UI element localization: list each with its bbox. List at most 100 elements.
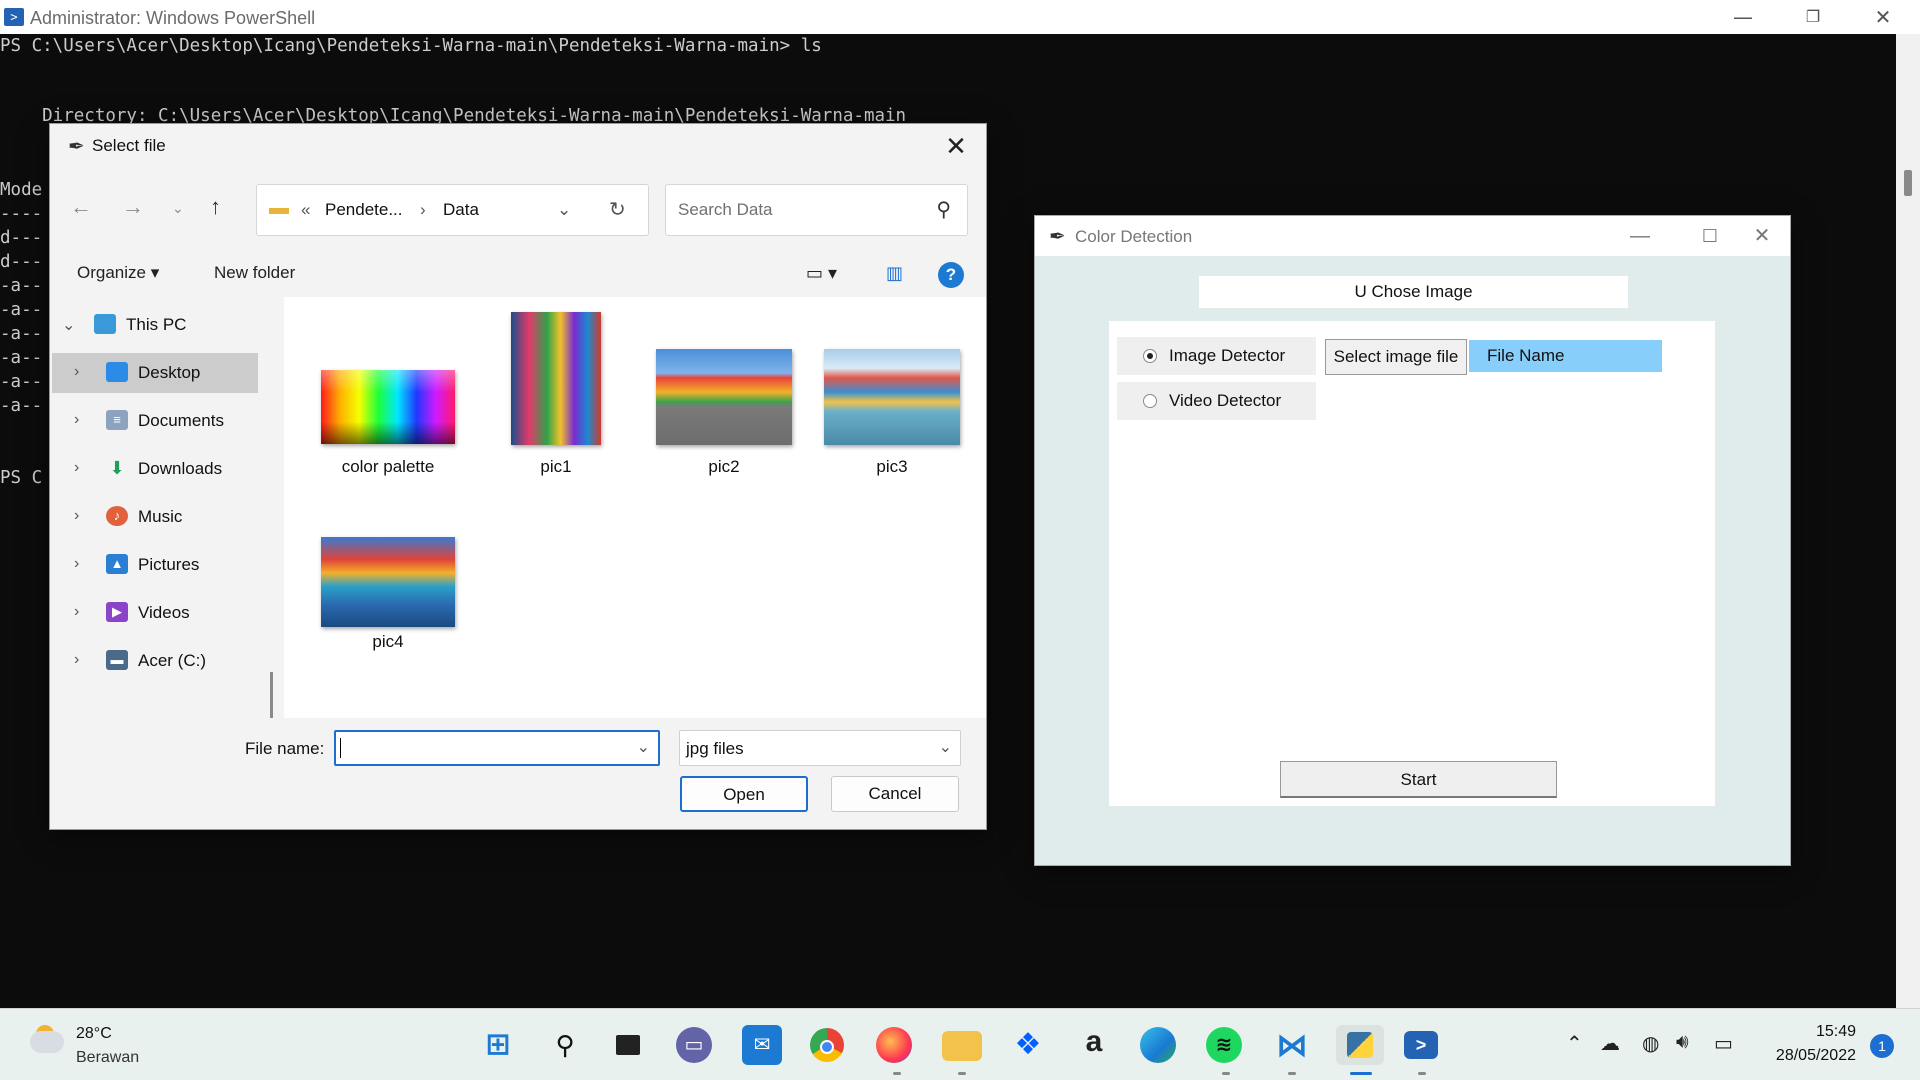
dialog-close-button[interactable]: ✕ — [936, 128, 976, 164]
main-panel: Image Detector Video Detector Select ima… — [1109, 321, 1715, 806]
nav-item-pictures[interactable]: › ▲ Pictures — [52, 545, 258, 585]
chevron-up-icon[interactable]: ⌃ — [1566, 1031, 1583, 1056]
mail-icon[interactable]: ✉ — [742, 1025, 782, 1065]
notification-badge[interactable]: 1 — [1870, 1034, 1894, 1058]
start-button[interactable]: Start — [1280, 761, 1557, 798]
teams-chat-icon[interactable]: ▭ — [676, 1027, 712, 1063]
heading-label: U Chose Image — [1199, 276, 1628, 308]
file-name-display: File Name — [1469, 340, 1662, 372]
chevron-down-icon[interactable]: ⌄ — [637, 737, 650, 757]
help-icon[interactable]: ? — [938, 262, 964, 288]
open-button[interactable]: Open — [680, 776, 808, 812]
dropbox-icon[interactable]: ❖ — [1008, 1025, 1048, 1065]
chevron-down-icon[interactable]: ⌄ — [62, 315, 75, 335]
file-type-value: jpg files — [686, 739, 744, 758]
thumbnail-pic3 — [824, 349, 960, 445]
nav-item-downloads[interactable]: › ⬇ Downloads — [52, 449, 258, 489]
file-explorer-icon[interactable] — [942, 1031, 982, 1061]
nav-label: Desktop — [138, 363, 201, 382]
radio-label: Image Detector — [1169, 346, 1286, 365]
powershell-icon[interactable]: > — [1404, 1031, 1438, 1059]
minimize-button[interactable]: — — [1713, 3, 1773, 31]
image-detector-radio[interactable]: Image Detector — [1117, 337, 1316, 375]
chevron-down-icon[interactable]: ⌄ — [939, 737, 952, 757]
console-line: PS C:\Users\Acer\Desktop\Icang\Pendeteks… — [0, 36, 822, 56]
running-indicator — [1288, 1072, 1296, 1075]
close-button[interactable]: ✕ — [1853, 3, 1913, 31]
chevron-right-icon[interactable]: › — [74, 459, 79, 477]
view-icon[interactable]: ▭ ▾ — [806, 263, 837, 284]
chevron-right-icon[interactable]: › — [74, 603, 79, 621]
search-input[interactable]: Search Data ⚲ — [665, 184, 968, 236]
nav-label: Videos — [138, 603, 190, 622]
select-image-file-button[interactable]: Select image file — [1325, 339, 1467, 375]
nav-scrollbar[interactable] — [270, 672, 273, 718]
console-line: d--- — [0, 228, 43, 248]
start-icon[interactable]: ⊞ — [478, 1025, 518, 1065]
amazon-icon[interactable]: a — [1074, 1025, 1114, 1065]
python-icon[interactable] — [1336, 1025, 1384, 1065]
refresh-icon[interactable]: ↻ — [609, 197, 626, 222]
chevron-right-icon[interactable]: › — [74, 411, 79, 429]
file-name: pic3 — [876, 457, 908, 476]
breadcrumb-item[interactable]: Pendete... — [325, 200, 403, 220]
console-line: d--- — [0, 252, 43, 272]
organize-button[interactable]: Organize ▾ — [77, 263, 159, 283]
search-icon[interactable]: ⚲ — [545, 1025, 585, 1065]
clock-time[interactable]: 15:49 — [1816, 1023, 1856, 1041]
file-list[interactable]: color palette pic1 pic2 pic3 pic4 — [284, 297, 986, 718]
vscode-icon[interactable]: ⋈ — [1272, 1025, 1312, 1065]
window-title: Color Detection — [1075, 227, 1193, 246]
chevron-right-icon[interactable]: › — [74, 507, 79, 525]
firefox-icon[interactable] — [876, 1027, 912, 1063]
onedrive-icon[interactable]: ☁ — [1600, 1031, 1620, 1056]
video-detector-radio[interactable]: Video Detector — [1117, 382, 1316, 420]
spotify-icon[interactable]: ≋ — [1206, 1027, 1242, 1063]
chevron-down-icon[interactable]: ⌄ — [557, 200, 571, 220]
breadcrumb-overflow[interactable]: « — [301, 200, 310, 220]
volume-icon[interactable]: 🔊︎ — [1676, 1031, 1689, 1054]
scrollbar-thumb[interactable] — [1904, 170, 1912, 196]
chevron-right-icon[interactable]: › — [74, 555, 79, 573]
forward-arrow-icon[interactable]: → — [122, 194, 144, 220]
restore-button[interactable]: ❐ — [1783, 3, 1843, 31]
console-scrollbar[interactable] — [1896, 34, 1920, 1008]
preview-pane-icon[interactable]: ▥ — [886, 263, 903, 284]
edge-icon[interactable] — [1140, 1027, 1176, 1063]
battery-icon[interactable]: ▭ — [1714, 1031, 1733, 1056]
nav-item-videos[interactable]: › ▶ Videos — [52, 593, 258, 633]
breadcrumb-item[interactable]: Data — [443, 200, 479, 220]
up-arrow-icon[interactable]: ↑ — [210, 194, 221, 220]
clock-date[interactable]: 28/05/2022 — [1776, 1047, 1856, 1065]
chevron-right-icon[interactable]: › — [74, 651, 79, 669]
nav-label: Acer (C:) — [138, 651, 206, 670]
address-bar[interactable]: ▬ « Pendete... › Data ⌄ ↻ — [256, 184, 649, 236]
radio-unchecked-icon[interactable] — [1143, 394, 1157, 408]
text-caret — [340, 738, 341, 758]
network-icon[interactable]: ◍ — [1642, 1031, 1659, 1056]
powershell-icon: > — [4, 8, 24, 26]
maximize-button[interactable]: ☐ — [1685, 220, 1735, 252]
nav-item-desktop[interactable]: › Desktop — [52, 353, 258, 393]
thumbnail-pic1 — [511, 312, 601, 445]
radio-checked-icon[interactable] — [1143, 349, 1157, 363]
running-indicator — [1418, 1072, 1426, 1075]
file-type-select[interactable]: jpg files ⌄ — [679, 730, 961, 766]
recent-chevron-icon[interactable]: ⌄ — [172, 200, 184, 217]
nav-item-this-pc[interactable]: ⌄ This PC — [52, 305, 258, 345]
new-folder-button[interactable]: New folder — [214, 263, 295, 283]
minimize-button[interactable]: — — [1615, 220, 1665, 252]
nav-item-drive-c[interactable]: › ▬ Acer (C:) — [52, 641, 258, 681]
console-line: -a-- — [0, 348, 43, 368]
file-name-input[interactable]: ⌄ — [334, 730, 660, 766]
navigation-pane[interactable]: ⌄ This PC › Desktop › ≡ Documents › ⬇ Do… — [52, 297, 282, 718]
back-arrow-icon[interactable]: ← — [70, 194, 92, 220]
task-view-icon[interactable] — [608, 1025, 648, 1065]
cancel-button[interactable]: Cancel — [831, 776, 959, 812]
close-button[interactable]: ✕ — [1737, 220, 1787, 252]
nav-item-documents[interactable]: › ≡ Documents — [52, 401, 258, 441]
chevron-right-icon[interactable]: › — [74, 363, 79, 381]
weather-condition: Berawan — [76, 1049, 140, 1066]
nav-item-music[interactable]: › ♪ Music — [52, 497, 258, 537]
chrome-icon[interactable] — [810, 1028, 844, 1062]
